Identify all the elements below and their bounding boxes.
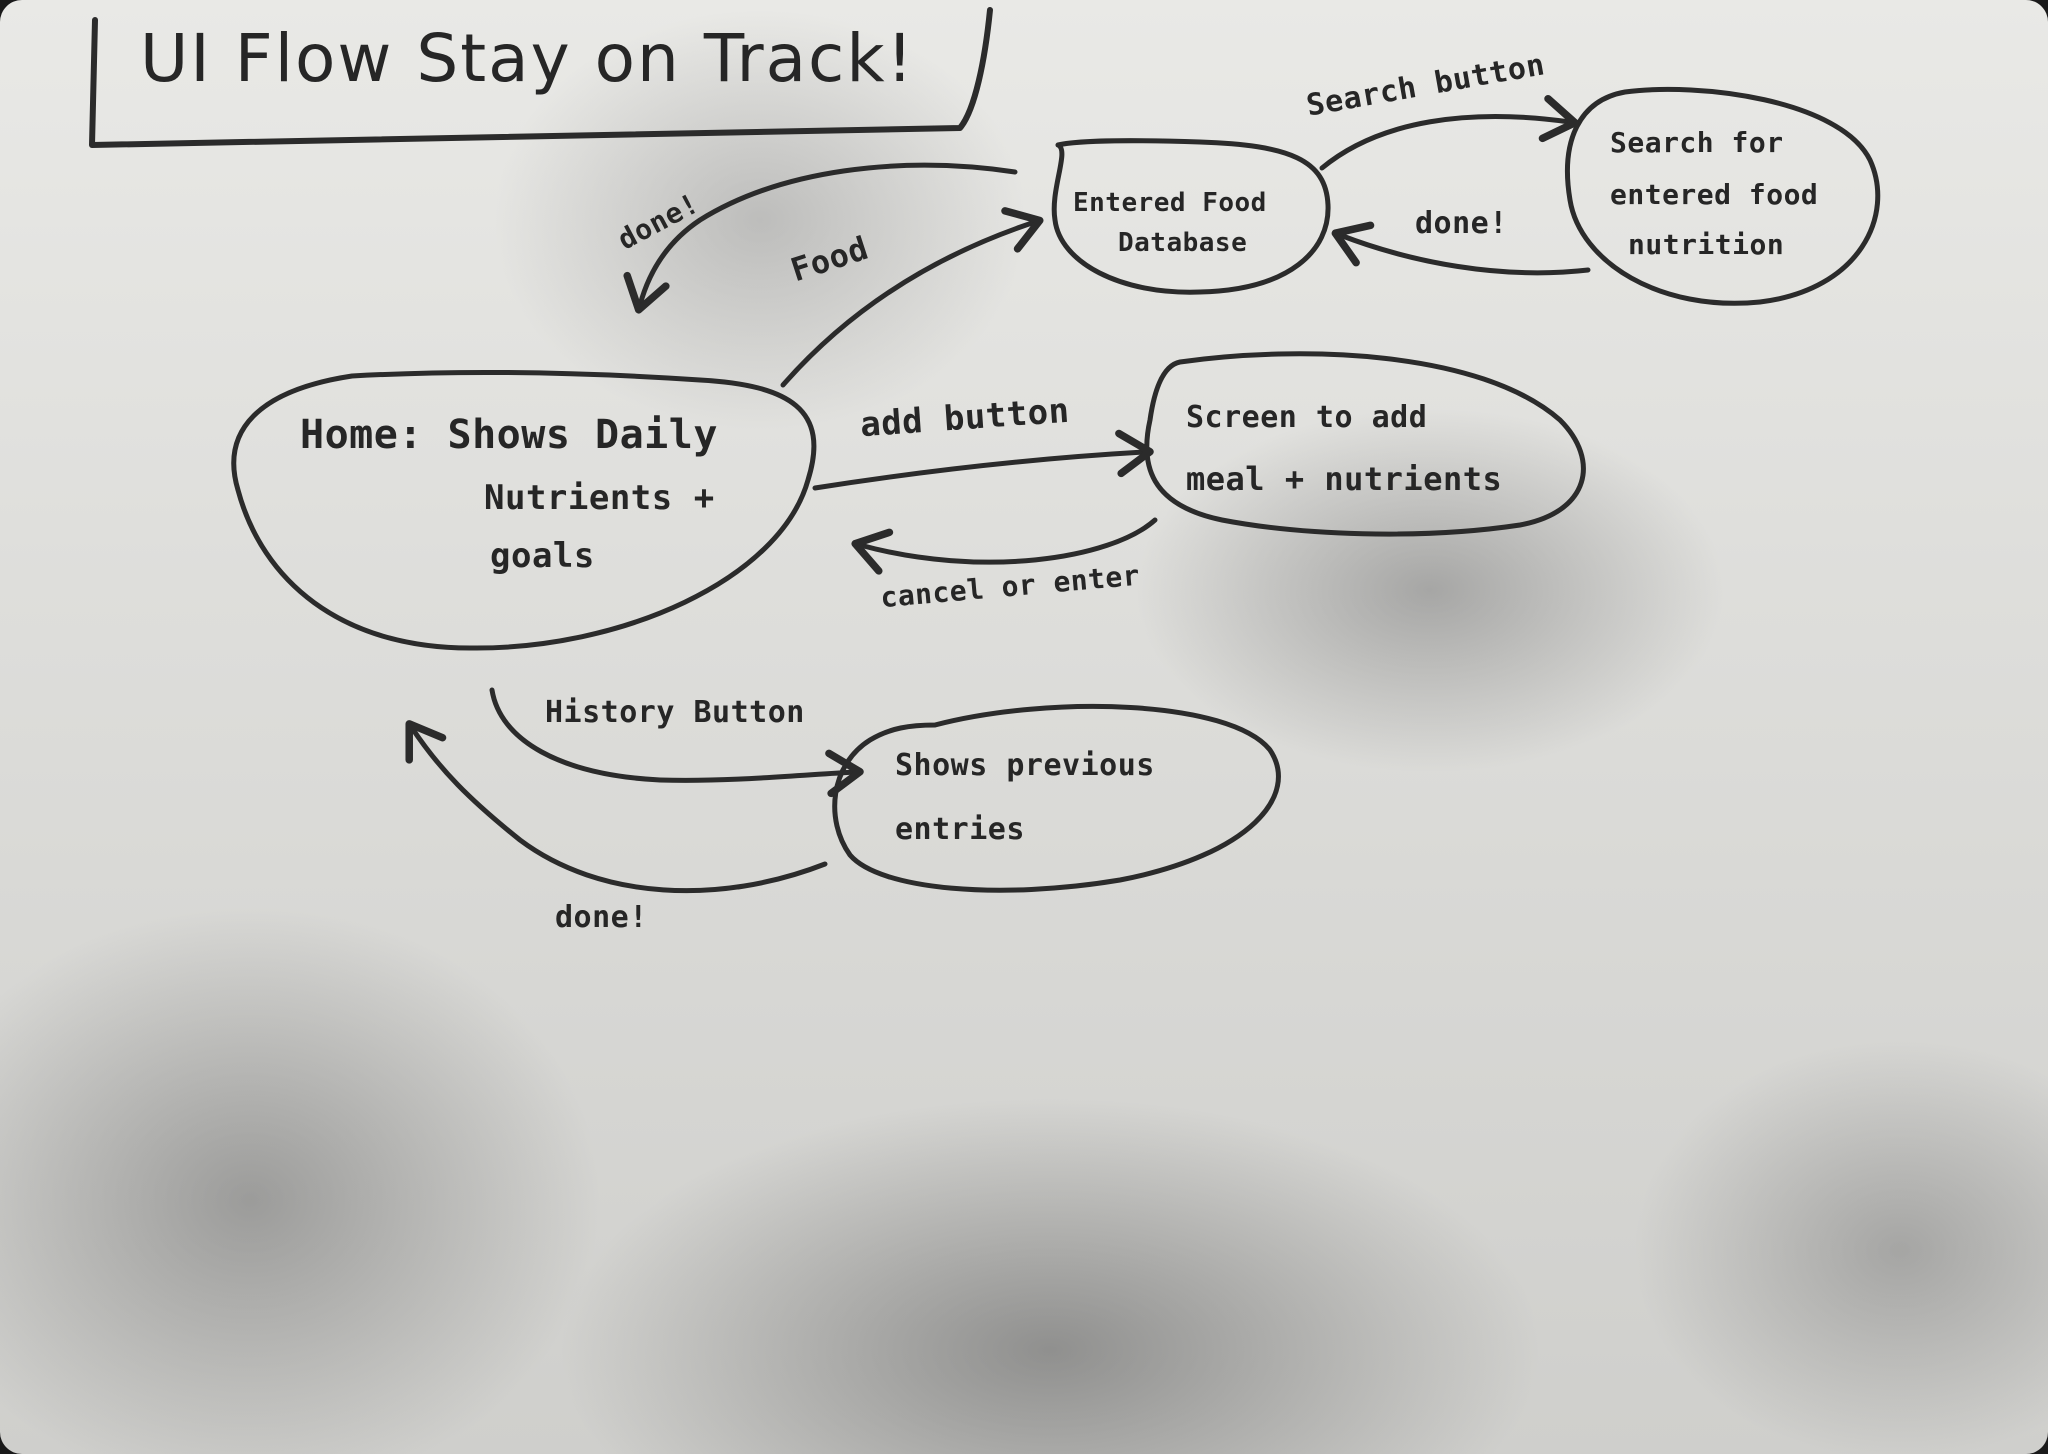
edge-done-history bbox=[405, 720, 828, 894]
diagram-canvas bbox=[89, 7, 1881, 894]
edge-label-done-search: done! bbox=[1415, 206, 1508, 241]
add-meal-node-outline bbox=[1144, 351, 1586, 537]
edge-add-button bbox=[812, 429, 1154, 491]
add-meal-node-line-2: meal + nutrients bbox=[1186, 460, 1503, 498]
edge-cancel-enter bbox=[851, 517, 1158, 575]
edge-done-db bbox=[623, 162, 1018, 314]
add-meal-node-line-1: Screen to add bbox=[1186, 400, 1428, 435]
search-node-line-3: nutrition bbox=[1628, 228, 1785, 261]
edge-label-done-history: done! bbox=[555, 900, 648, 935]
home-node-line-3: goals bbox=[490, 536, 595, 576]
edge-search-button bbox=[1319, 94, 1579, 171]
food-db-node-line-1: Entered Food bbox=[1073, 188, 1267, 218]
history-node-line-2: entries bbox=[895, 812, 1025, 847]
history-node-outline bbox=[832, 703, 1281, 893]
history-node-line-1: Shows previous bbox=[895, 748, 1155, 783]
search-node-line-2: entered food bbox=[1610, 178, 1819, 211]
food-db-node-line-2: Database bbox=[1118, 228, 1248, 258]
edge-label-history-button: History Button bbox=[545, 695, 805, 730]
whiteboard: UI Flow Stay on Track! Home: Shows Daily… bbox=[0, 0, 2048, 1454]
home-node-line-2: Nutrients + bbox=[484, 478, 715, 518]
search-node-line-1: Search for bbox=[1610, 126, 1784, 159]
diagram-title: UI Flow Stay on Track! bbox=[140, 20, 915, 97]
home-node-line-1: Home: Shows Daily bbox=[300, 412, 718, 458]
